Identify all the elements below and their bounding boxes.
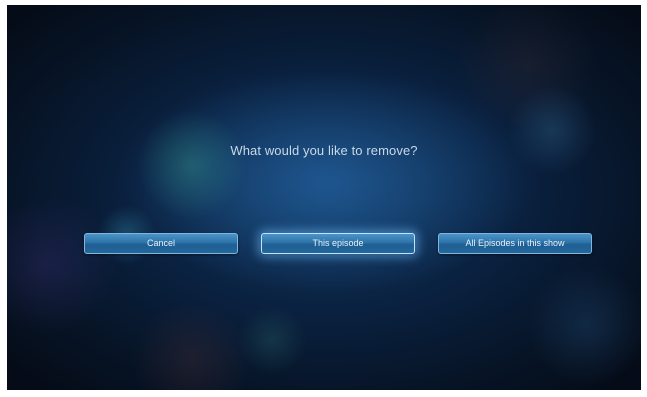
background-bokeh bbox=[527, 265, 641, 385]
background-bokeh bbox=[447, 5, 607, 125]
this-episode-button-label: This episode bbox=[312, 238, 364, 248]
background-bokeh bbox=[7, 195, 117, 335]
cancel-button-label: Cancel bbox=[146, 238, 175, 248]
this-episode-button[interactable]: This episode bbox=[261, 233, 415, 254]
remove-dialog-screen: What would you like to remove? Cancel Th… bbox=[7, 5, 641, 390]
background-bokeh bbox=[237, 305, 307, 375]
background-bokeh bbox=[137, 110, 247, 220]
background-bokeh bbox=[127, 305, 257, 390]
cancel-button[interactable]: Cancel bbox=[84, 233, 238, 254]
dialog-prompt: What would you like to remove? bbox=[230, 143, 418, 158]
all-episodes-button-label: All Episodes in this show bbox=[465, 238, 565, 248]
background-bokeh bbox=[507, 85, 597, 175]
all-episodes-button[interactable]: All Episodes in this show bbox=[438, 233, 592, 254]
